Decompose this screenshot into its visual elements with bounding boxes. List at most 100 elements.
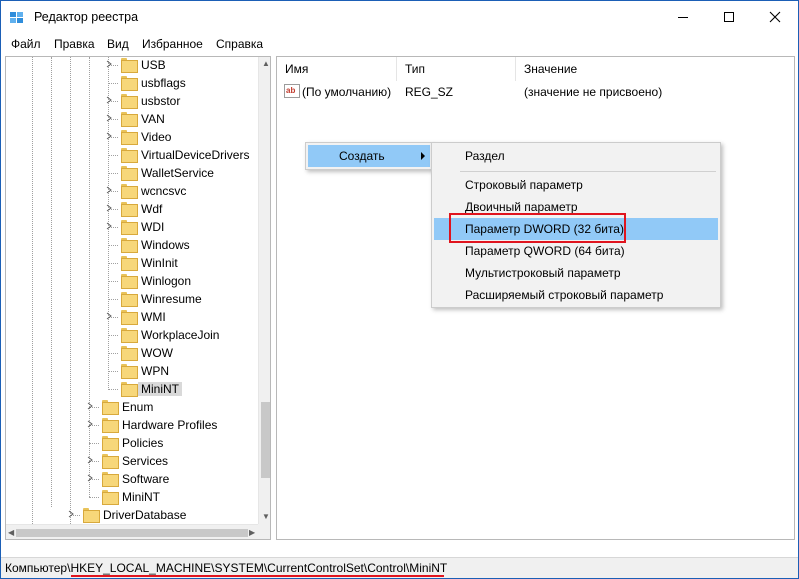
tree-vertical-scroll-thumb[interactable] xyxy=(261,402,270,478)
tree-item[interactable]: VAN xyxy=(6,110,258,128)
chevron-right-icon[interactable] xyxy=(105,204,113,212)
folder-icon xyxy=(121,148,138,163)
context-menu: Создать xyxy=(305,142,433,170)
tree-item-label: Software xyxy=(122,472,170,486)
tree-item[interactable]: WDI xyxy=(6,218,258,236)
tree-horizontal-scroll-thumb[interactable] xyxy=(16,529,248,537)
folder-icon xyxy=(102,400,119,415)
tree-item[interactable]: MiniNT xyxy=(6,380,258,398)
tree-item[interactable]: WOW xyxy=(6,344,258,362)
column-header-name-label: Имя xyxy=(285,62,309,76)
value-row-default[interactable]: ab (По умолчанию) REG_SZ (значение не пр… xyxy=(277,83,794,101)
scroll-left-icon[interactable]: ◀ xyxy=(8,528,14,537)
chevron-right-icon[interactable] xyxy=(105,96,113,104)
minimize-button[interactable] xyxy=(660,1,706,33)
chevron-right-icon[interactable] xyxy=(86,456,94,464)
submenu-item-expandable-string-label: Расширяемый строковый параметр xyxy=(465,288,664,302)
submenu-item-string[interactable]: Строковый параметр xyxy=(434,174,718,196)
tree-item[interactable]: wcncsvc xyxy=(6,182,258,200)
tree-item-label: VirtualDeviceDrivers xyxy=(141,148,250,162)
submenu-item-multistring[interactable]: Мультистроковый параметр xyxy=(434,262,718,284)
chevron-right-icon[interactable] xyxy=(67,510,75,518)
folder-icon xyxy=(121,130,138,145)
maximize-icon xyxy=(724,12,734,22)
tree-item-label: Video xyxy=(141,130,172,144)
menu-edit[interactable]: Правка xyxy=(54,37,95,51)
submenu-item-key[interactable]: Раздел xyxy=(434,145,718,167)
folder-icon xyxy=(121,184,138,199)
tree-item-label: Wdf xyxy=(141,202,163,216)
menu-favorites[interactable]: Избранное xyxy=(142,37,203,51)
menu-file[interactable]: Файл xyxy=(11,37,41,51)
tree-item[interactable]: MiniNT xyxy=(6,488,258,506)
tree-item[interactable]: Wdf xyxy=(6,200,258,218)
tree-item[interactable]: Hardware Profiles xyxy=(6,416,258,434)
close-button[interactable] xyxy=(752,1,798,33)
tree-item[interactable]: WMI xyxy=(6,308,258,326)
tree-item-label: WMI xyxy=(141,310,166,324)
submenu-item-string-label: Строковый параметр xyxy=(465,178,583,192)
tree-vertical-scrollbar[interactable]: ▲ ▼ xyxy=(258,57,270,524)
context-menu-create[interactable]: Создать xyxy=(308,145,430,167)
scroll-down-icon[interactable]: ▼ xyxy=(262,512,270,521)
tree-item[interactable]: Enum xyxy=(6,398,258,416)
folder-icon xyxy=(121,292,138,307)
tree-item[interactable]: VirtualDeviceDrivers xyxy=(6,146,258,164)
value-data: (значение не присвоено) xyxy=(524,85,663,99)
tree-item[interactable]: WinInit xyxy=(6,254,258,272)
tree-item-label: usbstor xyxy=(141,94,181,108)
tree-item-label: WinInit xyxy=(141,256,178,270)
submenu-item-qword[interactable]: Параметр QWORD (64 бита) xyxy=(434,240,718,262)
tree-item[interactable]: Windows xyxy=(6,236,258,254)
tree-item-label: Windows xyxy=(141,238,190,252)
folder-icon xyxy=(121,310,138,325)
chevron-right-icon[interactable] xyxy=(86,402,94,410)
column-header-value[interactable]: Значение xyxy=(516,57,794,81)
column-header-type-label: Тип xyxy=(405,62,426,76)
tree-item[interactable]: USB xyxy=(6,57,258,74)
folder-icon xyxy=(121,328,138,343)
tree-item-label: Enum xyxy=(122,400,154,414)
tree-item[interactable]: Policies xyxy=(6,434,258,452)
tree-item[interactable]: Winlogon xyxy=(6,272,258,290)
scroll-up-icon[interactable]: ▲ xyxy=(262,59,270,68)
close-icon xyxy=(769,11,781,23)
tree-item-label: Services xyxy=(122,454,169,468)
folder-icon xyxy=(121,364,138,379)
folder-icon xyxy=(121,238,138,253)
tree-item[interactable]: Software xyxy=(6,470,258,488)
registry-path: Компьютер\HKEY_LOCAL_MACHINE\SYSTEM\Curr… xyxy=(5,561,448,575)
tree-item[interactable]: Video xyxy=(6,128,258,146)
tree-item[interactable]: WorkplaceJoin xyxy=(6,326,258,344)
folder-icon xyxy=(102,418,119,433)
minimize-icon xyxy=(678,17,688,18)
chevron-right-icon[interactable] xyxy=(105,186,113,194)
menu-help[interactable]: Справка xyxy=(216,37,263,51)
window-title: Редактор реестра xyxy=(34,10,139,24)
tree-item[interactable]: DriverDatabase xyxy=(6,506,258,524)
chevron-right-icon[interactable] xyxy=(86,474,94,482)
registry-tree[interactable]: USB usbflags usbstor VAN Video VirtualDeviceD… xyxy=(5,56,271,540)
chevron-right-icon[interactable] xyxy=(105,222,113,230)
tree-item[interactable]: usbstor xyxy=(6,92,258,110)
chevron-right-icon[interactable] xyxy=(105,114,113,122)
chevron-right-icon[interactable] xyxy=(105,60,113,68)
tree-item[interactable]: Winresume xyxy=(6,290,258,308)
tree-item[interactable]: usbflags xyxy=(6,74,258,92)
chevron-right-icon[interactable] xyxy=(105,312,113,320)
menu-view[interactable]: Вид xyxy=(107,37,129,51)
tree-horizontal-scrollbar[interactable]: ◀ ▶ xyxy=(6,524,258,539)
submenu-separator xyxy=(460,171,716,172)
folder-icon xyxy=(121,166,138,181)
maximize-button[interactable] xyxy=(706,1,752,33)
chevron-right-icon[interactable] xyxy=(105,132,113,140)
tree-item[interactable]: Services xyxy=(6,452,258,470)
tree-item[interactable]: WalletService xyxy=(6,164,258,182)
submenu-item-expandable-string[interactable]: Расширяемый строковый параметр xyxy=(434,284,718,306)
folder-icon xyxy=(102,472,119,487)
tree-item[interactable]: WPN xyxy=(6,362,258,380)
scroll-right-icon[interactable]: ▶ xyxy=(249,528,255,537)
column-header-name[interactable]: Имя xyxy=(277,57,397,81)
chevron-right-icon[interactable] xyxy=(86,420,94,428)
column-header-type[interactable]: Тип xyxy=(397,57,516,81)
